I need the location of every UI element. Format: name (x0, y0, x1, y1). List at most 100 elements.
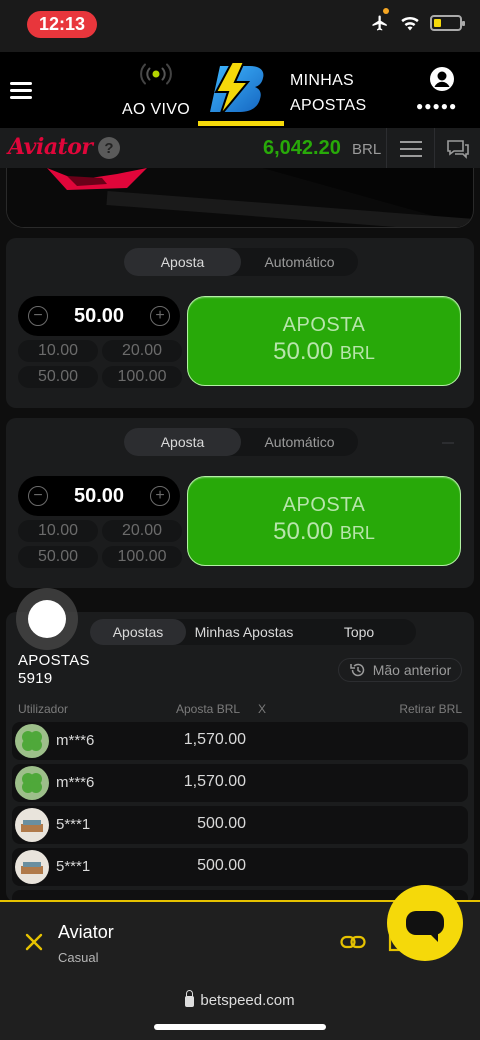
row-amount: 500.00 (197, 815, 246, 832)
nav-live-label: AO VIVO (122, 101, 190, 118)
wifi-icon (401, 16, 419, 31)
chat-icon[interactable] (446, 139, 470, 159)
bets-count: 5919 (18, 670, 53, 687)
row-user: 5***1 (56, 858, 91, 875)
bet-button-currency: BRL (339, 343, 375, 363)
stake-value[interactable]: 50.00 (74, 485, 124, 508)
quick-amounts: 10.00 20.00 50.00 100.00 (18, 520, 184, 568)
tab-auto[interactable]: Automático (241, 248, 358, 276)
menu-icon[interactable] (10, 82, 32, 99)
aviator-logo: Aviator (8, 134, 93, 160)
avatar (15, 808, 49, 842)
bet-button-label: APOSTA (282, 314, 366, 336)
stake-value[interactable]: 50.00 (74, 305, 124, 328)
balance-currency: BRL (352, 141, 382, 158)
bets-panel: Apostas Minhas Apostas Topo APOSTAS 5919… (6, 612, 474, 902)
game-title: Aviator (58, 922, 114, 942)
stake-control: − 50.00 + 10.00 20.00 50.00 100.00 (18, 476, 184, 568)
flight-canvas (6, 168, 474, 228)
battery-icon (430, 15, 465, 31)
brand-logo-icon[interactable] (208, 62, 268, 116)
message-icon (406, 911, 444, 942)
avatar (15, 766, 49, 800)
address-bar[interactable]: betspeed.com (0, 990, 480, 1009)
game-bar: Aviator ? 6,042.20 BRL (0, 128, 480, 168)
support-chat-button[interactable] (387, 885, 463, 961)
balance-value: 6,042.20 (263, 137, 341, 159)
quick-amount-button[interactable]: 100.00 (102, 366, 182, 388)
col-user: Utilizador (18, 702, 69, 716)
quick-amount-button[interactable]: 50.00 (18, 546, 98, 568)
close-icon[interactable] (24, 932, 44, 952)
quick-amount-button[interactable]: 100.00 (102, 546, 182, 568)
place-bet-button[interactable]: APOSTA 50.00 BRL (187, 296, 461, 386)
bets-title: APOSTAS (18, 652, 90, 669)
row-amount: 500.00 (197, 857, 246, 874)
nav-my-bets[interactable]: MINHAS APOSTAS (290, 68, 367, 118)
url-text: betspeed.com (200, 992, 295, 1009)
remove-panel-icon[interactable] (442, 442, 454, 444)
row-user: m***6 (56, 774, 95, 791)
help-icon[interactable]: ? (98, 137, 120, 159)
bet-button-amount: 50.00 (273, 518, 334, 545)
game-menu-icon[interactable] (400, 141, 422, 157)
history-icon (349, 663, 364, 677)
nav-live[interactable]: AO VIVO (120, 62, 192, 119)
tab-bet[interactable]: Aposta (124, 428, 241, 456)
previous-hand-button[interactable]: Mão anterior (338, 658, 462, 682)
quick-amount-button[interactable]: 20.00 (102, 520, 182, 542)
tab-bet[interactable]: Aposta (124, 248, 241, 276)
bet-panel-1: Aposta Automático − 50.00 + 10.00 20.00 … (6, 238, 474, 408)
assistive-touch-button[interactable] (16, 588, 78, 650)
tab-all-bets[interactable]: Apostas (90, 619, 186, 645)
minus-icon[interactable]: − (28, 486, 48, 506)
nav-my-bets-line1: MINHAS (290, 72, 355, 89)
user-icon (430, 67, 454, 91)
row-amount: 1,570.00 (183, 773, 246, 790)
home-indicator[interactable] (154, 1024, 326, 1030)
stake-stepper: − 50.00 + (18, 476, 180, 516)
place-bet-button[interactable]: APOSTA 50.00 BRL (187, 476, 461, 566)
bet-button-label: APOSTA (282, 494, 366, 516)
nav-my-bets-line2: APOSTAS (290, 97, 367, 114)
table-row: 5***1 500.00 (12, 848, 468, 886)
link-icon[interactable] (340, 934, 366, 950)
table-row: m***6 1,570.00 (12, 722, 468, 760)
tab-auto[interactable]: Automático (241, 428, 358, 456)
bet-button-currency: BRL (339, 523, 375, 543)
row-user: m***6 (56, 732, 95, 749)
quick-amount-button[interactable]: 10.00 (18, 340, 98, 362)
bets-tabs: Apostas Minhas Apostas Topo (90, 619, 416, 645)
lock-icon (185, 990, 195, 1007)
row-user: 5***1 (56, 816, 91, 833)
avatar (15, 850, 49, 884)
divider (434, 128, 435, 168)
divider (386, 128, 387, 168)
browser-bar: betspeed.com (0, 980, 480, 1040)
col-cashout: Retirar BRL (399, 702, 462, 716)
plus-icon[interactable]: + (150, 306, 170, 326)
tab-top[interactable]: Topo (302, 619, 416, 645)
status-time[interactable]: 12:13 (27, 11, 97, 38)
bet-mode-tabs: Aposta Automático (124, 248, 358, 276)
live-broadcast-icon (140, 63, 172, 85)
quick-amount-button[interactable]: 10.00 (18, 520, 98, 542)
profile-button[interactable]: ●●●●● (416, 66, 464, 113)
game-category: Casual (58, 950, 99, 965)
quick-amount-button[interactable]: 50.00 (18, 366, 98, 388)
active-tab-indicator (198, 121, 284, 126)
col-multiplier: X (258, 702, 267, 716)
row-amount: 1,570.00 (183, 731, 246, 748)
quick-amount-button[interactable]: 20.00 (102, 340, 182, 362)
bet-panel-2: Aposta Automático − 50.00 + 10.00 20.00 … (6, 418, 474, 588)
tab-my-bets[interactable]: Minhas Apostas (186, 619, 302, 645)
quick-amounts: 10.00 20.00 50.00 100.00 (18, 340, 184, 388)
airplane-icon (372, 15, 387, 31)
plus-icon[interactable]: + (150, 486, 170, 506)
avatar (15, 724, 49, 758)
plane-graphic (7, 168, 473, 227)
minus-icon[interactable]: − (28, 306, 48, 326)
bet-button-amount: 50.00 (273, 338, 334, 365)
col-bet: Aposta BRL (176, 702, 241, 716)
table-row: m***6 1,570.00 (12, 764, 468, 802)
